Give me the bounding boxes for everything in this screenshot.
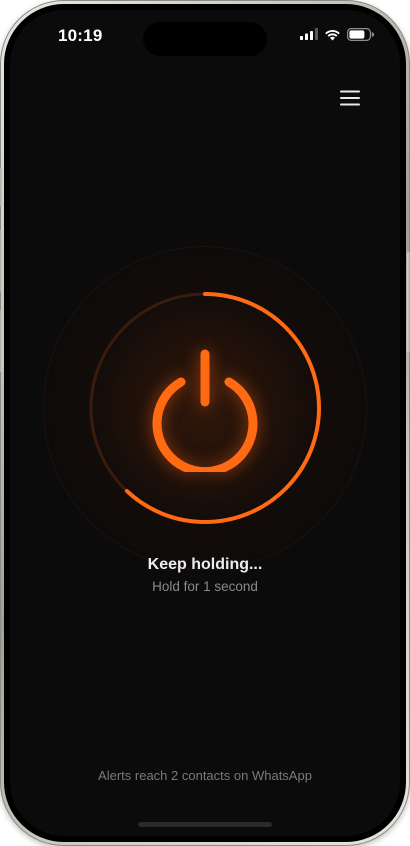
- status-icons: [300, 27, 374, 41]
- status-time: 10:19: [58, 26, 103, 45]
- status-bar: 10:19: [10, 10, 400, 64]
- action-button: [0, 168, 3, 206]
- phone-device: 10:19 Keep holding... Hold for 1 second …: [0, 0, 410, 846]
- signal-icon: [300, 28, 318, 40]
- app-screen: 10:19 Keep holding... Hold for 1 second …: [10, 10, 400, 836]
- menu-button[interactable]: [334, 86, 366, 110]
- volume-up-button: [0, 230, 3, 292]
- footer-note: Alerts reach 2 contacts on WhatsApp: [98, 768, 312, 783]
- status-subtitle: Hold for 1 second: [152, 579, 258, 594]
- wifi-icon: [325, 29, 340, 40]
- dynamic-island: [143, 22, 267, 56]
- home-indicator[interactable]: [138, 822, 272, 827]
- battery-icon: [347, 27, 374, 41]
- status-title: Keep holding...: [147, 556, 263, 573]
- volume-down-button: [0, 310, 3, 372]
- power-icon: [152, 349, 258, 472]
- power-control: [35, 238, 375, 578]
- hamburger-menu-icon: [340, 90, 360, 106]
